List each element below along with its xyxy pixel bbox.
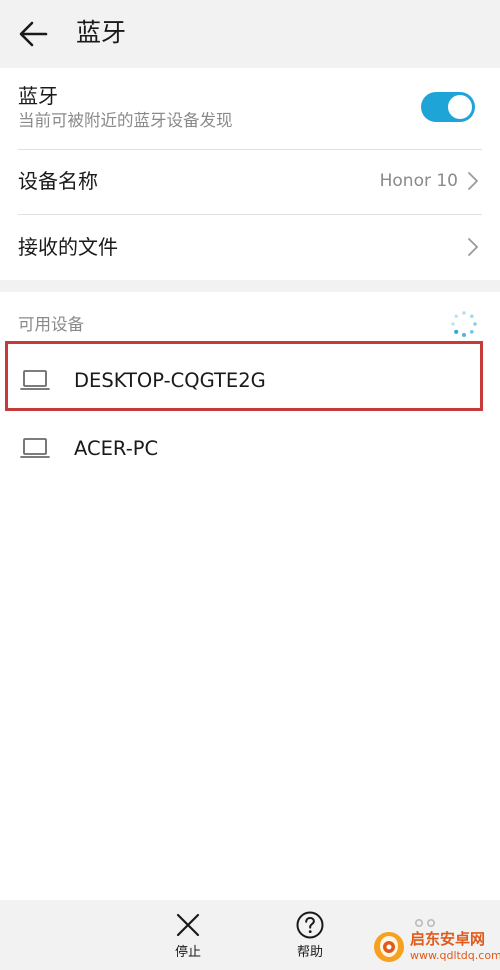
received-files-row[interactable]: 接收的文件 [0,215,500,279]
watermark: 启东安卓网 www.qdltdq.com [370,928,500,968]
device-name-label: 设备名称 [18,169,98,193]
watermark-logo-icon [374,932,404,962]
help-label: 帮助 [296,945,323,960]
chevron-right-icon [468,238,478,256]
watermark-url: www.qdltdq.com [410,949,500,962]
device-name-row[interactable]: 设备名称 Honor 10 [0,150,500,214]
switch-knob [448,95,472,119]
received-files-label: 接收的文件 [18,235,118,259]
page-title: 蓝牙 [76,18,127,47]
device-name-value: Honor 10 [379,171,458,191]
help-button[interactable]: 帮助 [280,908,340,968]
watermark-title: 启东安卓网 [410,930,486,948]
stop-button[interactable]: 停止 [158,908,218,968]
help-icon [296,911,324,939]
loading-spinner-icon [451,311,477,337]
annotation-highlight-box [5,341,483,411]
back-arrow-icon [19,21,48,47]
bluetooth-visibility-text: 当前可被附近的蓝牙设备发现 [18,111,233,130]
close-icon [176,913,200,937]
back-button[interactable] [14,14,54,54]
device-name: ACER-PC [74,437,159,460]
bluetooth-switch[interactable] [421,92,475,122]
device-item[interactable]: ACER-PC [0,417,500,483]
stop-label: 停止 [174,945,201,960]
app-header: 蓝牙 [0,0,500,68]
laptop-icon [20,438,50,458]
chevron-right-icon [468,172,478,190]
available-devices-label: 可用设备 [18,315,84,334]
bluetooth-label: 蓝牙 [18,84,58,108]
